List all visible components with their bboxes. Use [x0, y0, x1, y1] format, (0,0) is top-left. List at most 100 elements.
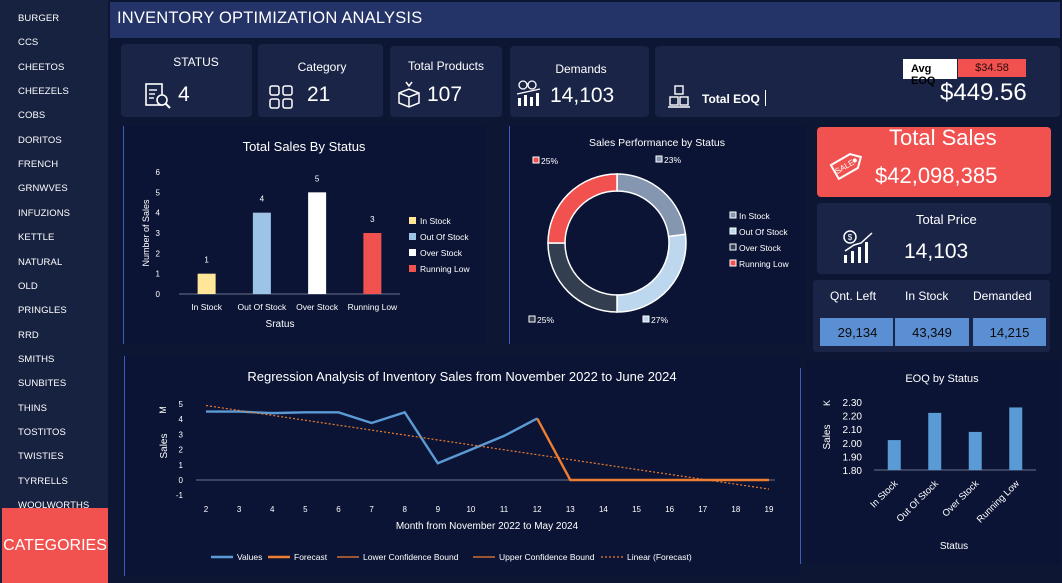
legend-label: In Stock — [739, 211, 770, 221]
data-label: 5 — [315, 174, 320, 183]
bar — [308, 192, 327, 294]
y-tick-label: 1.90 — [843, 452, 863, 463]
y-tick-label: 4 — [156, 209, 161, 218]
demanded-value: 14,215 — [971, 316, 1048, 348]
data-label: 4 — [260, 195, 265, 204]
x-tick-label: Running Low — [348, 302, 398, 312]
x-tick-label: 18 — [731, 505, 740, 514]
chart-title: Regression Analysis of Inventory Sales f… — [247, 369, 676, 384]
slice-label-marker — [528, 315, 536, 323]
qnt-left-value: 29,134 — [818, 316, 897, 348]
qnt-left-header: Qnt. Left — [830, 289, 877, 303]
legend-label: Out Of Stock — [420, 232, 469, 242]
bar — [1009, 407, 1023, 470]
x-axis-title: Status — [940, 541, 968, 552]
y-tick-label: 4 — [179, 415, 184, 424]
legend-swatch — [729, 243, 737, 251]
slice-label: 27% — [651, 315, 668, 325]
sale-tag-icon: SALE — [829, 152, 863, 181]
y-tick-label: 1 — [156, 270, 161, 279]
y-tick-label: 2.30 — [843, 398, 863, 409]
series-line — [536, 417, 769, 482]
y-unit-label: M — [158, 406, 168, 414]
in-stock-header: In Stock — [905, 289, 949, 303]
total-price-card: $ Total Price 14,103 — [817, 203, 1051, 274]
slice-label: 25% — [537, 315, 554, 325]
chart-title: Total Sales By Status — [243, 139, 366, 154]
x-tick-label: In Stock — [191, 302, 222, 312]
x-tick-label: 3 — [237, 505, 242, 514]
x-tick-label: 12 — [533, 505, 542, 514]
x-tick-label: Out Of Stock — [895, 478, 941, 524]
slice-label-marker — [642, 315, 650, 323]
y-tick-label: 3 — [179, 430, 184, 439]
y-tick-label: 3 — [156, 229, 161, 238]
x-axis-title: Sratus — [266, 319, 295, 330]
data-label: 1 — [204, 256, 209, 265]
series-line — [206, 410, 538, 465]
svg-text:$: $ — [848, 233, 853, 242]
y-tick-label: 5 — [156, 188, 161, 197]
legend-label: Lower Confidence Bound — [363, 552, 459, 562]
x-tick-label: 16 — [665, 505, 674, 514]
pie-slice — [547, 242, 618, 313]
x-tick-label: 9 — [436, 505, 441, 514]
y-tick-label: 6 — [156, 168, 161, 177]
y-tick-label: 2 — [156, 249, 161, 258]
x-tick-label: 4 — [270, 505, 275, 514]
x-tick-label: 17 — [698, 505, 707, 514]
legend-swatch — [409, 217, 416, 224]
y-axis-title: Number of Sales — [141, 199, 151, 267]
total-sales-value: $42,098,385 — [875, 163, 998, 188]
legend-swatch — [409, 233, 416, 240]
x-tick-label: 7 — [369, 505, 374, 514]
x-tick-label: Running Low — [975, 478, 1022, 525]
x-axis-title: Month from November 2022 to May 2024 — [396, 521, 579, 532]
y-unit-label: K — [822, 400, 832, 406]
y-axis-title: Sales — [822, 424, 833, 449]
slice-label: 23% — [664, 155, 681, 165]
x-tick-label: 19 — [765, 505, 774, 514]
x-tick-label: Over Stock — [296, 302, 339, 312]
demanded-header: Demanded — [973, 289, 1032, 303]
y-tick-label: 2.20 — [843, 412, 863, 423]
y-tick-label: 2.00 — [843, 439, 863, 450]
total-price-value: 14,103 — [904, 240, 969, 263]
x-tick-label: 15 — [632, 505, 641, 514]
pie-slice — [616, 233, 687, 313]
legend-label: Over Stock — [739, 243, 782, 253]
bar — [928, 412, 942, 470]
legend-swatch — [729, 259, 737, 267]
legend-label: Running Low — [739, 259, 789, 269]
y-tick-label: 0 — [156, 290, 161, 299]
legend-swatch — [729, 227, 737, 235]
y-tick-label: 1.80 — [843, 466, 863, 477]
total-price-label: Total Price — [916, 212, 977, 227]
legend-label: Upper Confidence Bound — [499, 552, 595, 562]
y-tick-label: 1 — [179, 461, 184, 470]
bar — [197, 273, 216, 294]
x-tick-label: 2 — [204, 505, 209, 514]
total-sales-card: SALE Total Sales $42,098,385 — [817, 127, 1051, 197]
x-tick-label: 5 — [303, 505, 308, 514]
legend-label: In Stock — [420, 216, 451, 226]
y-tick-label: 0 — [179, 476, 184, 485]
y-tick-label: 5 — [179, 400, 184, 409]
x-tick-label: 14 — [599, 505, 608, 514]
legend-label: Values — [237, 552, 262, 562]
bar — [887, 440, 901, 470]
chart-title: Sales Performance by Status — [589, 137, 725, 149]
legend-label: Out Of Stock — [739, 227, 788, 237]
x-tick-label: 11 — [500, 505, 509, 514]
chart-title: EOQ by Status — [905, 373, 979, 385]
y-tick-label: 2.10 — [843, 425, 863, 436]
bar — [968, 431, 982, 470]
x-tick-label: Out Of Stock — [238, 302, 287, 312]
legend-label: Linear (Forecast) — [627, 552, 692, 562]
x-tick-label: In Stock — [868, 478, 900, 510]
in-stock-value: 43,349 — [893, 316, 971, 348]
slice-label-marker — [655, 155, 663, 163]
x-tick-label: Over Stock — [940, 478, 981, 519]
x-tick-label: 10 — [466, 505, 475, 514]
legend-label: Running Low — [420, 264, 470, 274]
